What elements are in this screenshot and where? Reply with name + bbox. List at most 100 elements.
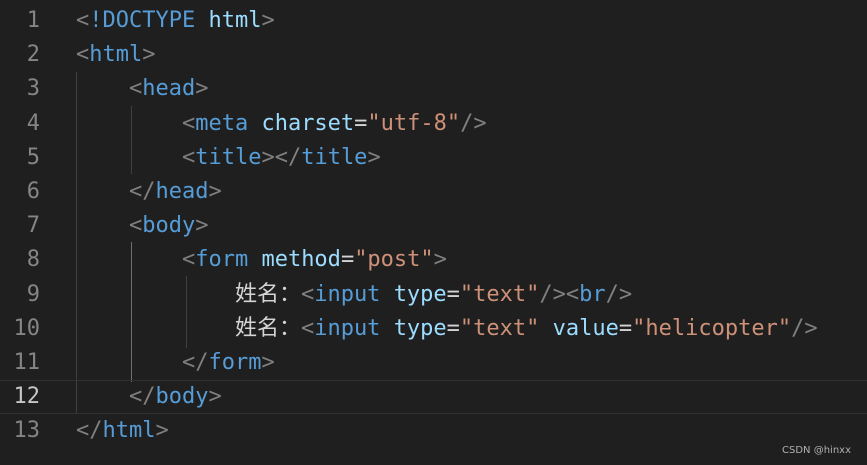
code-token: = (446, 282, 460, 307)
code-token: < (128, 213, 143, 238)
line-number: 13 (13, 418, 41, 443)
code-token: < (181, 111, 196, 136)
code-token: = (340, 247, 355, 272)
line-number: 9 (26, 282, 40, 307)
code-token: br (579, 282, 606, 307)
line-code: <!DOCTYPE html> (76, 4, 275, 38)
code-token: < (300, 282, 315, 307)
line-number: 2 (26, 42, 40, 67)
line-code: </html> (76, 414, 169, 448)
code-token: value (552, 316, 619, 341)
code-token: </ (76, 418, 103, 443)
code-line-4[interactable]: 4 <meta charset="utf-8"/> (0, 107, 867, 141)
code-token: </ (128, 384, 156, 409)
code-token: > (195, 213, 209, 238)
code-line-6[interactable]: 6 </head> (0, 175, 867, 209)
code-token: < (128, 76, 143, 101)
code-line-9[interactable]: 9 姓名：<input type="text"/><br/> (0, 278, 867, 312)
line-code: </form> (76, 346, 275, 380)
code-line-2[interactable]: 2 <html> (0, 38, 867, 72)
code-line-1[interactable]: 1 <!DOCTYPE html> (0, 4, 867, 38)
line-code: <title></title> (76, 141, 381, 175)
code-line-13[interactable]: 13 </html> (0, 414, 867, 448)
code-token: method (261, 247, 341, 272)
code-token: "text" (459, 282, 540, 307)
code-token: > (208, 384, 222, 409)
code-token: /> (605, 282, 633, 307)
code-token: type (393, 282, 447, 307)
line-code: <html> (76, 38, 155, 72)
code-token: > (155, 418, 169, 443)
line-code: <meta charset="utf-8"/> (76, 107, 487, 141)
code-token: ></ (261, 145, 302, 170)
code-line-10[interactable]: 10 姓名：<input type="text" value="helicopt… (0, 312, 867, 346)
code-line-11[interactable]: 11 </form> (0, 346, 867, 380)
code-token: body (155, 384, 209, 409)
line-code: <form method="post"> (76, 243, 447, 277)
code-token: /> (791, 316, 818, 341)
code-token: < (181, 247, 196, 272)
code-token: form (208, 350, 262, 375)
code-token: input (314, 282, 381, 307)
code-token: html (208, 8, 262, 33)
code-token: head (155, 179, 209, 204)
line-number: 7 (26, 213, 40, 238)
line-code: 姓名：<input type="text"/><br/> (76, 278, 632, 312)
code-token: > (261, 8, 275, 33)
code-line-7[interactable]: 7 <body> (0, 209, 867, 243)
code-token: = (618, 316, 633, 341)
code-token: < (300, 316, 315, 341)
code-token: = (354, 111, 368, 136)
code-token: "text" (459, 316, 540, 341)
line-number: 6 (26, 179, 40, 204)
code-token: />< (539, 282, 580, 307)
line-number: 8 (26, 247, 40, 272)
code-token: > (261, 350, 275, 375)
line-number: 11 (13, 350, 41, 375)
code-token: html (89, 42, 143, 67)
code-token: "utf-8" (367, 111, 461, 136)
line-code: 姓名：<input type="text" value="helicopter"… (76, 312, 818, 346)
line-number: 12 (13, 384, 41, 409)
line-number: 1 (26, 8, 40, 33)
code-line-3[interactable]: 3 <head> (0, 72, 867, 106)
code-token: charset (261, 111, 355, 136)
code-token: </ (181, 350, 209, 375)
code-token: < (76, 8, 90, 33)
code-token: < (181, 145, 196, 170)
code-editor[interactable]: 1 <!DOCTYPE html> 2 <html> 3 <head> 4 <meta c… (0, 0, 867, 465)
line-number: 10 (13, 316, 41, 341)
code-token: "post" (354, 247, 434, 272)
code-token: > (433, 247, 447, 272)
code-token: title (195, 145, 262, 170)
line-number: 3 (26, 76, 40, 101)
code-token: </ (128, 179, 156, 204)
code-token: "helicopter" (632, 316, 792, 341)
code-line-5[interactable]: 5 <title></title> (0, 141, 867, 175)
code-token: 姓名： (76, 282, 301, 307)
line-code: </head> (76, 175, 222, 209)
code-line-8[interactable]: 8 <form method="post"> (0, 243, 867, 277)
code-token: head (142, 76, 196, 101)
code-token: > (142, 42, 156, 67)
code-line-12[interactable]: 12 </body> (0, 380, 867, 414)
code-token: > (195, 76, 209, 101)
line-number: 4 (26, 111, 40, 136)
line-number: 5 (26, 145, 40, 170)
code-token: title (301, 145, 368, 170)
code-token: /> (460, 111, 487, 136)
code-token: form (195, 247, 249, 272)
